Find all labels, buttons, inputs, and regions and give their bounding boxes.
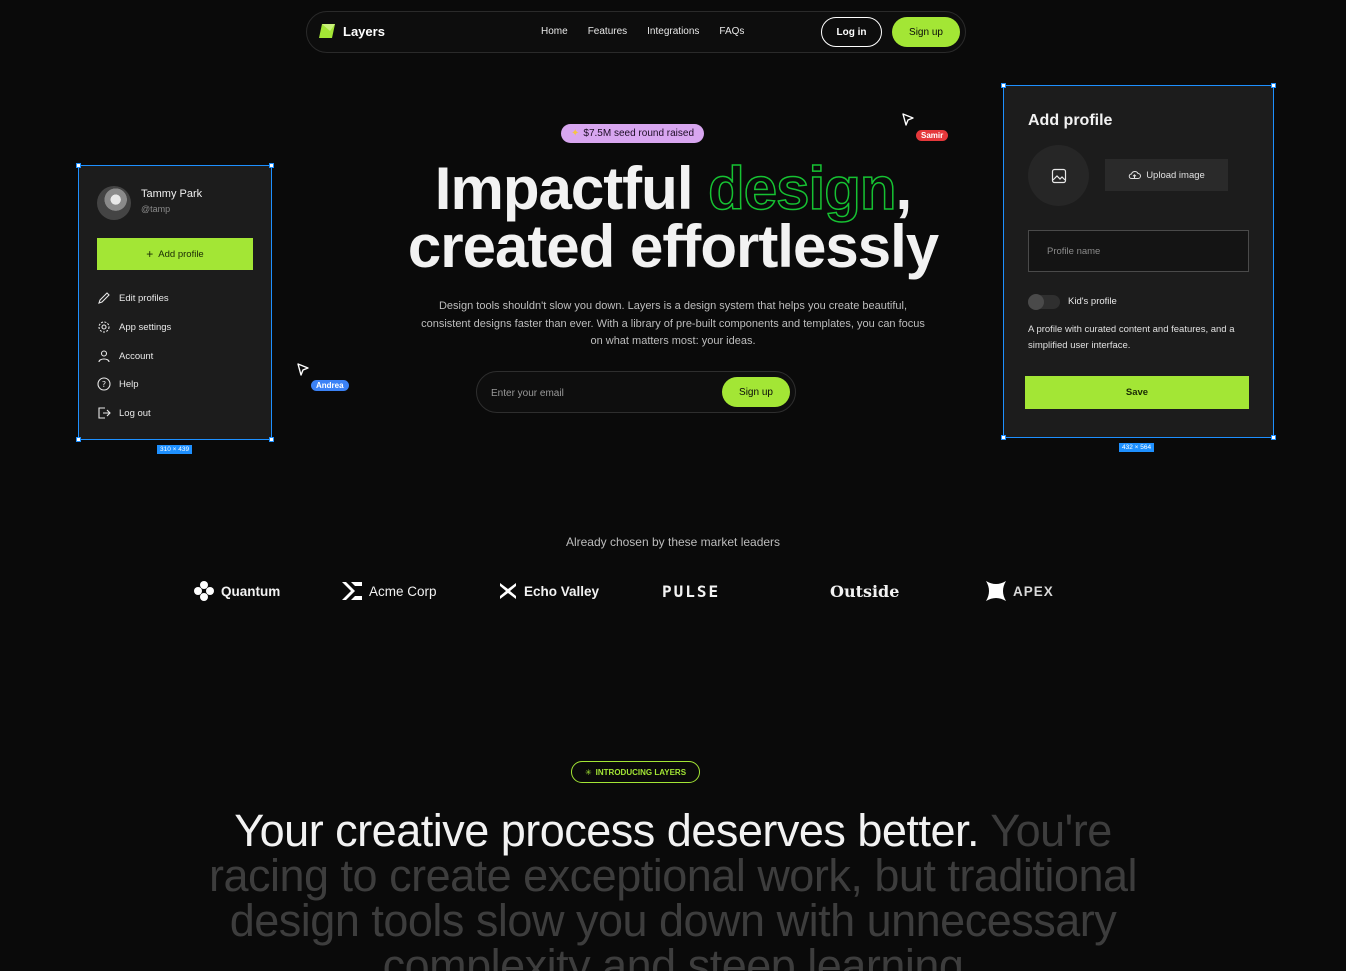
cursor-andrea [297,363,310,377]
resize-handle[interactable] [1001,435,1006,440]
nav-link-integrations[interactable]: Integrations [647,26,699,37]
logo-echo-valley: Echo Valley [498,578,599,604]
logo-text: APEX [1013,583,1054,599]
hero-title-comma: , [895,155,913,222]
brand-name: Layers [343,23,385,39]
pointer-icon [902,113,914,126]
hero-title-highlight: design [707,155,897,222]
cursor-samir [902,113,915,127]
resize-handle[interactable] [1271,83,1276,88]
intro-headline-bright: Your creative process deserves better. [234,805,979,856]
brand[interactable]: Layers [317,21,385,41]
intro-badge-text: INTRODUCING LAYERS [595,767,687,777]
logo-text: Quantum [221,583,281,599]
nav-links: Home Features Integrations FAQs [541,26,744,37]
nav-signup-button[interactable]: Sign up [892,17,960,47]
intro-badge: ✳ INTRODUCING LAYERS [571,761,700,783]
login-button[interactable]: Log in [821,17,882,47]
sparkle-icon: ✦ [571,128,580,139]
quantum-logo-icon [194,581,214,601]
nav-link-faqs[interactable]: FAQs [719,26,744,37]
logo-quantum: Quantum [193,578,280,604]
nav-link-home[interactable]: Home [541,26,568,37]
acme-logo-icon [342,582,362,600]
logo-text: Acme Corp [369,583,437,599]
hero-title-part1: Impactful [434,155,709,222]
leaders-title: Already chosen by these market leaders [565,535,781,549]
seed-badge-text: $7.5M seed round raised [583,128,695,139]
resize-handle[interactable] [1271,435,1276,440]
logo-acme-corp: Acme Corp [341,578,437,604]
logo-text: Echo Valley [524,583,600,599]
resize-handle[interactable] [269,437,274,442]
logo-text: PULSE [662,581,721,601]
nav-link-features[interactable]: Features [588,26,627,37]
email-signup-form: Sign up [476,371,796,413]
selection-frame-menu [78,165,272,440]
resize-handle[interactable] [269,163,274,168]
pointer-icon [297,363,309,376]
resize-handle[interactable] [76,163,81,168]
echo-valley-logo-icon [500,583,516,599]
cursor-label-samir: Samir [916,130,949,141]
cursor-label-andrea: Andrea [311,380,349,391]
dimension-label-menu: 310 × 439 [157,445,193,454]
intro-headline: Your creative process deserves better. Y… [170,808,1176,971]
email-input[interactable] [491,383,711,403]
hero-description: Design tools shouldn't slow you down. La… [421,300,925,347]
resize-handle[interactable] [76,437,81,442]
logo-outside: Outside [830,578,899,604]
navbar: Layers Home Features Integrations FAQs L… [306,11,966,53]
resize-handle[interactable] [1001,83,1006,88]
seed-badge: ✦ $7.5M seed round raised [561,124,705,143]
apex-logo-icon [986,581,1006,601]
dimension-label-panel: 432 × 564 [1119,443,1155,452]
logo-text: Outside [830,581,900,601]
hero-signup-button[interactable]: Sign up [722,377,790,407]
layers-logo-icon [319,24,335,38]
asterisk-icon: ✳ [584,767,592,777]
selection-frame-panel [1003,85,1274,438]
logo-apex: APEX [985,578,1054,604]
logo-pulse: PULSE [662,578,720,604]
